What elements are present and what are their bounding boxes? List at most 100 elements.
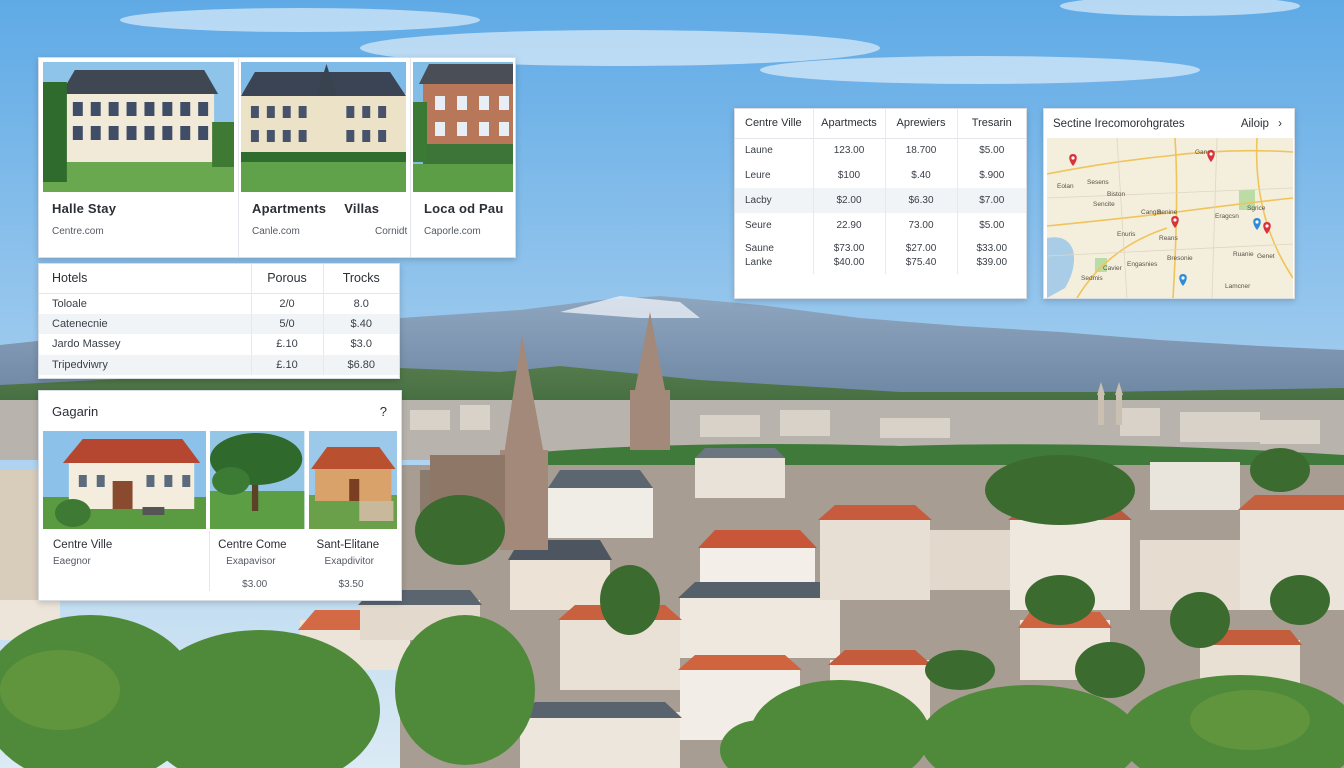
table-cell: $100 [812, 163, 885, 188]
row-label: Lacby [745, 195, 772, 206]
table-cell: $.900 [956, 163, 1026, 188]
row-label: Leure [745, 170, 771, 181]
centre-ville-table-card: Centre Ville Apartmects Aprewiers Tresar… [734, 108, 1027, 299]
hotels-table-card: Hotels Porous Trocks Toloale 2/0 8.0 Cat… [38, 263, 400, 379]
map-place-label: Enuris [1117, 231, 1136, 238]
map-place-label: Sedmis [1081, 275, 1103, 282]
cell-line: $33.00 [976, 243, 1008, 254]
table-cell: $6.80 [322, 354, 399, 375]
place-price: $3.50 [338, 579, 364, 590]
table-cell: $73.00 $40.00 [812, 238, 885, 274]
place-title: Centre Come [218, 539, 287, 551]
card-title: Gagarin [52, 403, 99, 419]
stay-subtitle-b: Cornidt [375, 226, 408, 237]
cell-line: $27.00 [905, 243, 937, 254]
help-button[interactable]: ? [380, 404, 387, 419]
table-row[interactable]: Toloale 2/0 8.0 [39, 293, 399, 314]
stay-subtitle: Canle.com Cornidt [252, 226, 407, 237]
hotel-photo [239, 58, 410, 192]
hotel-name: Toloale [52, 297, 87, 310]
map-place-label: Biston [1107, 191, 1125, 198]
table-row[interactable]: Tripedviwry £.10 $6.80 [39, 354, 399, 375]
column-header[interactable]: Trocks [322, 264, 399, 294]
stay-subtitle-a: Canle.com [252, 226, 300, 237]
table-cell: $3.0 [322, 334, 399, 355]
map-place-label: Sesens [1087, 179, 1109, 186]
map-place-label: Sencite [1093, 201, 1115, 208]
table-cell: 18.700 [884, 138, 957, 163]
place-item[interactable]: Sant-Elitane Exapdivitor $3.50 [308, 431, 397, 599]
table-cell: $27.00 $75.40 [884, 238, 957, 274]
place-item[interactable]: Centre Come Exapavisor $3.00 [210, 431, 305, 599]
table-cell: 8.0 [322, 293, 399, 314]
hotel-name: Tripedviwry [52, 358, 108, 371]
table-row[interactable]: Catenecnie 5/0 $.40 [39, 313, 399, 334]
map-place-label: Reans [1159, 235, 1179, 242]
map-place-label: Eragcsn [1215, 213, 1239, 220]
place-item[interactable]: Centre Ville Eaegnor [43, 431, 207, 599]
divider [209, 531, 210, 591]
stay-title: Halle Stay [52, 201, 117, 216]
table-cell: 5/0 [250, 313, 323, 334]
map-place-label: Eolan [1057, 183, 1074, 190]
stay-subtitle: Centre.com [52, 226, 104, 237]
chevron-right-icon: › [1278, 117, 1282, 130]
column-header[interactable]: Apartmects [812, 109, 885, 139]
row-label: Saune Lanke [735, 238, 813, 274]
map-place-label: Cavier [1103, 265, 1123, 272]
map-action-label: Ailoip [1240, 117, 1269, 130]
hotel-photo [39, 58, 238, 192]
table-cell: $2.00 [812, 188, 885, 213]
place-subtitle: Exapdivitor [324, 556, 374, 567]
garden-photo [210, 431, 305, 529]
table-cell: 2/0 [250, 293, 323, 314]
table-header-row: Hotels Porous Trocks [39, 264, 399, 294]
table-row[interactable]: Lacby $2.00 $6.30 $7.00 [735, 188, 1026, 213]
table-row[interactable]: Seure 22.90 73.00 $5.00 [735, 213, 1026, 238]
table-header-row: Centre Ville Apartmects Aprewiers Tresar… [735, 109, 1026, 139]
hotel-photo [411, 58, 515, 192]
card-header: Gagarin ? [39, 391, 401, 431]
map-action-link[interactable]: Ailoip › [1241, 118, 1282, 130]
map-place-label: Genet [1257, 253, 1275, 260]
map-place-label: Ruanie [1233, 251, 1254, 258]
table-cell: 123.00 [812, 138, 885, 163]
hotel-name: Jardo Massey [52, 338, 121, 351]
stay-item[interactable]: Loca od Pau Caporle.com [411, 58, 515, 257]
table-row[interactable]: Jardo Massey £.10 $3.0 [39, 334, 399, 355]
stays-card: Halle Stay Centre.com Apartments Villas … [38, 57, 516, 258]
gagarin-card: Gagarin ? Centre Ville Eaegnor Centre Co… [38, 390, 402, 601]
table-row[interactable]: Laune 123.00 18.700 $5.00 [735, 138, 1026, 163]
map-title: Sectine Irecomorohgrates [1053, 117, 1185, 130]
table-row[interactable]: Saune Lanke $73.00 $40.00 $27.00 $75.40 … [735, 238, 1026, 274]
map-view[interactable]: Sesens Biston Sencite Cangia Senine Eragcsn En… [1047, 138, 1293, 298]
table-cell: £.10 [250, 354, 323, 375]
place-title: Centre Ville [53, 539, 113, 551]
map-place-label: Engasnies [1127, 261, 1158, 268]
table-cell: $6.30 [884, 188, 957, 213]
column-header[interactable]: Tresarin [956, 109, 1026, 139]
table-cell: $33.00 $39.00 [956, 238, 1026, 274]
column-header[interactable]: Centre Ville [735, 109, 813, 139]
table-row[interactable]: Leure $100 $.40 $.900 [735, 163, 1026, 188]
map-place-label: Lamcner [1225, 283, 1251, 290]
cell-line: $40.00 [833, 257, 865, 268]
row-label-line: Saune [745, 243, 774, 254]
column-header[interactable]: Hotels [39, 264, 251, 294]
table-cell: $.40 [884, 163, 957, 188]
cottage-photo [308, 431, 397, 529]
stay-item[interactable]: Apartments Villas Canle.com Cornidt [239, 58, 411, 257]
place-price: $3.00 [242, 579, 268, 590]
row-label: Laune [745, 145, 773, 157]
column-header[interactable]: Aprewiers [884, 109, 957, 139]
table-cell: $5.00 [956, 213, 1026, 238]
table-cell: $7.00 [956, 188, 1026, 213]
cell-line: $39.00 [976, 257, 1008, 268]
stay-subtitle: Caporle.com [424, 226, 481, 237]
house-photo [43, 431, 207, 529]
table-cell: $5.00 [956, 138, 1026, 163]
cell-line: $75.40 [905, 257, 937, 268]
column-header[interactable]: Porous [250, 264, 323, 294]
stay-title: Loca od Pau [424, 201, 504, 216]
stay-item[interactable]: Halle Stay Centre.com [39, 58, 239, 257]
